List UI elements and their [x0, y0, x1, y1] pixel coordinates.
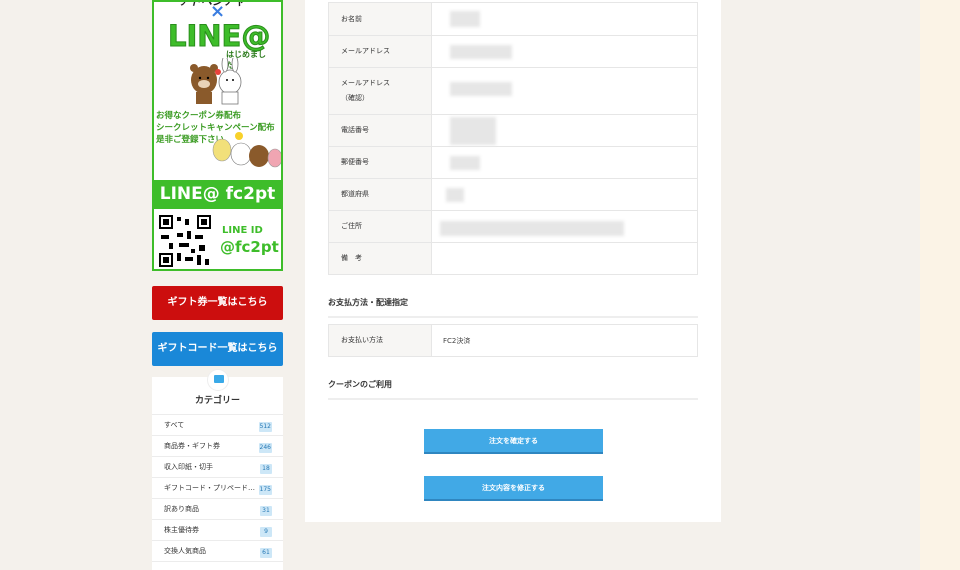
field-value-address [432, 211, 697, 242]
banner-x-mark: × [209, 1, 226, 22]
category-item-label: 株主優待券 [164, 526, 199, 534]
field-value-remarks [432, 243, 697, 274]
category-item[interactable] [152, 561, 283, 570]
category-item-label: 商品券・ギフト券 [164, 442, 220, 450]
payment-table: お支払い方法 FC2決済 [328, 324, 698, 357]
coupon-section-title: クーポンのご利用 [328, 379, 698, 400]
table-row: ご住所 [329, 210, 697, 242]
category-panel: カテゴリー すべて 512 商品券・ギフト券 246 収入印紙・切手 18 ギフトコー… [152, 369, 283, 570]
category-title: カテゴリー [194, 396, 240, 406]
right-background-strip [920, 0, 960, 570]
category-item-label: 訳あり商品 [164, 505, 199, 513]
table-row: 電話番号 [329, 114, 697, 146]
confirm-order-button[interactable]: 注文を確定する [424, 429, 603, 454]
payment-method-label: お支払い方法 [329, 325, 432, 356]
field-label-prefecture: 都道府県 [329, 179, 432, 210]
category-item-label: 交換人気商品 [164, 547, 206, 555]
field-value-prefecture [432, 179, 697, 210]
category-item[interactable]: 商品券・ギフト券 246 [152, 435, 283, 456]
field-label-email-confirm: メールアドレス （確認） [329, 68, 432, 114]
category-item-label: 収入印紙・切手 [164, 463, 213, 471]
line-characters-illustration-2 [212, 132, 281, 168]
category-item-label: ギフトコード・プリペードカード [164, 484, 256, 492]
banner-line-id-value: @fc2pt [220, 238, 279, 256]
category-count-badge: 9 [260, 527, 272, 537]
banner-promo-line: お得なクーポン券配布 [156, 111, 242, 121]
category-count-badge: 18 [260, 464, 272, 474]
field-value-name [432, 3, 697, 35]
modify-order-button[interactable]: 注文内容を修正する [424, 476, 603, 501]
category-item[interactable]: ギフトコード・プリペードカード175 [152, 477, 283, 498]
payment-method-value: FC2決済 [443, 336, 471, 345]
category-item[interactable]: すべて 512 [152, 414, 283, 435]
category-item[interactable]: 株主優待券 9 [152, 519, 283, 540]
category-item[interactable]: 交換人気商品 61 [152, 540, 283, 561]
category-item[interactable]: 収入印紙・切手 18 [152, 456, 283, 477]
table-row: メールアドレス [329, 35, 697, 67]
field-value-email-confirm [432, 68, 697, 114]
customer-info-table: お名前 メールアドレス メールアドレス （確認） 電話番号 郵便番号 都道府県 … [328, 2, 698, 275]
category-count-badge: 512 [258, 422, 272, 432]
qr-code-icon[interactable] [159, 215, 211, 267]
banner-line-id-bar: LINE@ fc2pt [154, 180, 281, 209]
field-value-postal [432, 147, 697, 178]
category-count-badge: 61 [260, 548, 272, 558]
gift-list-button[interactable]: ギフト券一覧はこちら [152, 286, 283, 320]
order-confirm-panel: お名前 メールアドレス メールアドレス （確認） 電話番号 郵便番号 都道府県 … [305, 0, 721, 522]
category-count-badge: 246 [258, 443, 272, 453]
category-item[interactable]: 訳あり商品 31 [152, 498, 283, 519]
line-characters-illustration [190, 58, 242, 105]
folder-icon [207, 369, 229, 391]
table-row: 都道府県 [329, 178, 697, 210]
field-value-email [432, 36, 697, 67]
field-label-postal: 郵便番号 [329, 147, 432, 178]
field-label-name: お名前 [329, 3, 432, 35]
table-row: 郵便番号 [329, 146, 697, 178]
payment-section-title: お支払方法・配達指定 [328, 297, 698, 318]
field-label-phone: 電話番号 [329, 115, 432, 146]
category-item-label: すべて [164, 421, 185, 429]
banner-line-at-logo: LINE@ [167, 19, 271, 54]
table-row: メールアドレス （確認） [329, 67, 697, 114]
line-at-banner[interactable]: アドベンチャー × LINE@ はじめました。 お得なクーポン券配布 シークレッ… [152, 0, 283, 271]
category-count-badge: 175 [258, 485, 272, 495]
category-list: すべて 512 商品券・ギフト券 246 収入印紙・切手 18 ギフトコード・プリペー… [152, 414, 283, 570]
field-label-remarks: 備 考 [329, 243, 432, 274]
banner-line-id-label: LINE ID [222, 225, 263, 236]
field-value-phone [432, 115, 697, 146]
category-count-badge: 31 [260, 506, 272, 516]
table-row: 備 考 [329, 242, 697, 274]
field-label-email: メールアドレス [329, 36, 432, 67]
gift-code-list-button[interactable]: ギフトコード一覧はこちら [152, 332, 283, 366]
table-row: お名前 [329, 3, 697, 35]
field-label-address: ご住所 [329, 211, 432, 242]
